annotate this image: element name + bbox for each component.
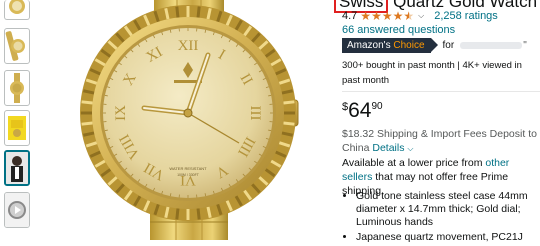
- answered-questions-link[interactable]: 66 answered questions: [342, 24, 455, 36]
- star-rating-icon[interactable]: ★★★★★: [360, 10, 414, 22]
- shipping-info: $18.32 Shipping & Import Fees Deposit to…: [342, 127, 540, 156]
- svg-text:IX: IX: [113, 105, 129, 121]
- star-icon: ★: [360, 10, 371, 22]
- person-wearing-watch-thumbnail-image: [6, 152, 28, 184]
- svg-text:III: III: [247, 106, 263, 121]
- thumbnail-6-video[interactable]: [4, 192, 30, 228]
- thumbnail-5-selected[interactable]: [4, 150, 30, 186]
- watch-back-thumbnail-image: [5, 71, 29, 105]
- watch-thumbnail-image: [5, 0, 29, 18]
- star-icon: ★: [382, 10, 393, 22]
- amazons-choice-row: Amazon's Choice for ": [342, 38, 527, 53]
- badge-closing-quote: ": [523, 40, 527, 51]
- feature-bullet: Japanese quartz movement, PC21J: [356, 231, 540, 244]
- watch-side-thumbnail-image: [5, 29, 29, 63]
- ratings-count-link[interactable]: 2,258 ratings: [434, 10, 498, 22]
- thumbnail-4[interactable]: [4, 110, 30, 146]
- price: $6490: [342, 99, 383, 123]
- dial-text-2: 100M / 330FT: [177, 173, 200, 177]
- thumbnail-1[interactable]: [4, 0, 30, 20]
- gold-watch-image: XIIIIIIIIIIIIVVIVIIVIIIIXXXI WATER RESIS…: [46, 0, 322, 240]
- video-play-icon: [5, 193, 29, 227]
- price-fraction: 90: [371, 101, 382, 112]
- rating-row: 4.7 ★★★★★ ⌵ 2,258 ratings: [342, 8, 498, 24]
- feature-bullets: Gold tone stainless steel case 44mm diam…: [342, 190, 540, 246]
- watch-box-thumbnail-image: [5, 111, 29, 145]
- chevron-down-icon[interactable]: ⌵: [418, 11, 424, 21]
- amazons-choice-badge: Amazon's Choice: [342, 38, 431, 53]
- product-info-panel: Swiss Quartz Gold Watch 4.7 ★★★★★ ⌵ 2,25…: [342, 0, 540, 240]
- star-icon: ★: [403, 10, 414, 22]
- main-product-image[interactable]: XIIIIIIIIIIIIVVIVIIVIIIIXXXI WATER RESIS…: [46, 0, 322, 240]
- thumbnail-3[interactable]: [4, 70, 30, 106]
- star-icon: ★: [371, 10, 382, 22]
- chevron-down-icon[interactable]: ⌵: [407, 144, 413, 153]
- rating-value: 4.7: [342, 10, 357, 22]
- thumbnail-strip: [0, 0, 36, 240]
- dial-text-1: WATER RESISTANT: [169, 166, 207, 171]
- price-symbol: $: [342, 101, 348, 113]
- redacted-keyword[interactable]: [460, 42, 522, 49]
- social-proof-text: 300+ bought in past month | 4K+ viewed i…: [342, 58, 538, 88]
- divider: [342, 91, 540, 92]
- svg-text:XII: XII: [178, 38, 199, 54]
- price-whole: 64: [348, 99, 371, 122]
- badge-choice-word: Choice: [393, 40, 424, 51]
- feature-bullet: Gold tone stainless steel case 44mm diam…: [356, 190, 540, 229]
- star-icon: ★: [393, 10, 404, 22]
- shipping-details-link[interactable]: Details: [372, 142, 404, 154]
- badge-prefix: Amazon's: [347, 40, 393, 51]
- availability-prefix: Available at a lower price from: [342, 157, 485, 169]
- thumbnail-2[interactable]: [4, 28, 30, 64]
- badge-for-label: for: [443, 40, 455, 51]
